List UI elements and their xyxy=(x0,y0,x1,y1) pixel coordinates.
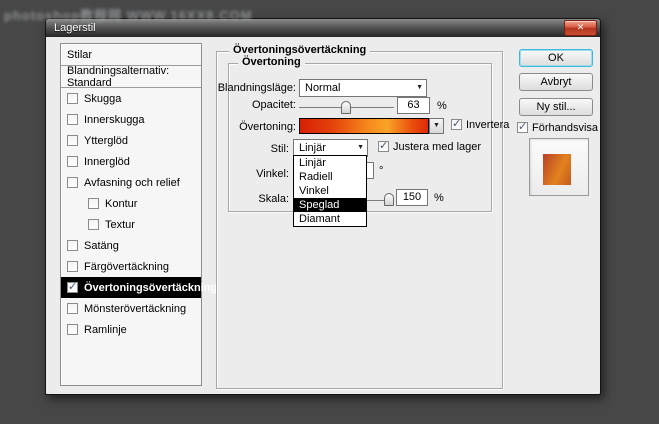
reverse-label: Invertera xyxy=(466,119,510,131)
close-icon: ✕ xyxy=(576,22,585,32)
opacity-unit: % xyxy=(437,100,447,112)
sidebar-item-satin[interactable]: Satäng xyxy=(61,235,201,256)
bevel-emboss-checkbox[interactable] xyxy=(67,177,78,188)
scale-unit: % xyxy=(434,192,444,204)
watermark: photoshop教程网 WWW.16XX8.COM xyxy=(4,8,253,23)
style-preview-gradient xyxy=(543,154,571,185)
scale-slider-handle[interactable] xyxy=(384,193,394,206)
new-style-button-label: Ny stil... xyxy=(536,101,576,113)
scale-label: Skala: xyxy=(258,193,289,205)
layer-style-dialog: Lagerstil ✕ Stilar Blandningsalternativ:… xyxy=(45,18,601,395)
sidebar-label: Textur xyxy=(105,218,135,231)
scale-input[interactable]: 150 xyxy=(396,189,428,206)
gradient-overlay-group-title: Övertoningsövertäckning xyxy=(229,44,371,56)
gradient-picker-button[interactable]: ▼ xyxy=(429,118,444,134)
dropdown-option-reflected[interactable]: Speglad xyxy=(294,198,366,212)
style-value: Linjär xyxy=(299,142,326,154)
sidebar-label: Innerskugga xyxy=(84,113,145,126)
inner-shadow-checkbox[interactable] xyxy=(67,114,78,125)
style-dropdown-list: Linjär Radiell Vinkel Speglad Diamant xyxy=(293,155,367,227)
dropdown-option-linear[interactable]: Linjär xyxy=(294,156,366,170)
sidebar-label: Satäng xyxy=(84,239,119,252)
color-overlay-checkbox[interactable] xyxy=(67,261,78,272)
angle-unit: ° xyxy=(379,165,384,177)
sidebar-item-styles[interactable]: Stilar xyxy=(61,44,201,66)
opacity-slider-handle[interactable] xyxy=(341,101,351,114)
align-with-layer-label: Justera med lager xyxy=(393,141,482,153)
sidebar-label: Stilar xyxy=(67,48,93,61)
scale-value: 150 xyxy=(402,191,422,203)
check-icon: ✓ xyxy=(452,118,462,130)
sidebar-label: Mönsterövertäckning xyxy=(84,302,187,315)
contour-checkbox[interactable] xyxy=(88,198,99,209)
chevron-down-icon: ▼ xyxy=(433,122,440,129)
check-icon: ✓ xyxy=(518,121,528,133)
sidebar-item-gradient-overlay[interactable]: ✓ Övertoningsövertäckning xyxy=(61,277,217,298)
check-icon: ✓ xyxy=(379,140,389,152)
sidebar-label: Övertoningsövertäckning xyxy=(84,281,218,294)
close-button[interactable]: ✕ xyxy=(564,20,597,36)
align-with-layer-checkbox[interactable]: ✓ xyxy=(378,140,389,152)
preview-checkbox[interactable]: ✓ xyxy=(517,121,528,133)
check-icon: ✓ xyxy=(68,281,78,293)
blend-mode-label: Blandningsläge: xyxy=(217,82,296,94)
sidebar-item-color-overlay[interactable]: Färgövertäckning xyxy=(61,256,201,277)
sidebar-item-stroke[interactable]: Ramlinje xyxy=(61,319,201,340)
reverse-checkbox[interactable]: ✓ xyxy=(451,118,462,130)
cancel-button[interactable]: Avbryt xyxy=(519,73,593,91)
opacity-value: 63 xyxy=(407,99,420,111)
style-preview-thumbnail xyxy=(529,138,589,196)
satin-checkbox[interactable] xyxy=(67,240,78,251)
opacity-input[interactable]: 63 xyxy=(397,97,430,114)
texture-checkbox[interactable] xyxy=(88,219,99,230)
sidebar-item-texture[interactable]: Textur xyxy=(61,214,201,235)
sidebar-label: Ramlinje xyxy=(84,323,127,336)
gradient-swatch[interactable] xyxy=(299,118,429,134)
sidebar-label: Innerglöd xyxy=(84,155,130,168)
dropdown-option-diamond[interactable]: Diamant xyxy=(294,212,366,226)
gradient-label: Övertoning: xyxy=(239,121,296,133)
ok-button-label: OK xyxy=(548,52,564,64)
sidebar-label: Kontur xyxy=(105,197,138,210)
blend-mode-select[interactable]: Normal ▼ xyxy=(299,79,427,97)
sidebar-label: Ytterglöd xyxy=(84,134,129,147)
drop-shadow-checkbox[interactable] xyxy=(67,93,78,104)
chevron-down-icon: ▼ xyxy=(357,144,364,151)
ok-button[interactable]: OK xyxy=(519,49,593,67)
outer-glow-checkbox[interactable] xyxy=(67,135,78,146)
sidebar-label: Färgövertäckning xyxy=(84,260,169,273)
cancel-button-label: Avbryt xyxy=(540,76,572,88)
stroke-checkbox[interactable] xyxy=(67,324,78,335)
dropdown-option-radial[interactable]: Radiell xyxy=(294,170,366,184)
preview-label: Förhandsvisa xyxy=(532,122,599,134)
inner-glow-checkbox[interactable] xyxy=(67,156,78,167)
opacity-label: Opacitet: xyxy=(251,99,296,111)
sidebar-item-pattern-overlay[interactable]: Mönsterövertäckning xyxy=(61,298,201,319)
angle-label: Vinkel: xyxy=(256,168,289,180)
pattern-overlay-checkbox[interactable] xyxy=(67,303,78,314)
blend-mode-value: Normal xyxy=(305,82,341,94)
sidebar-label: Skugga xyxy=(84,92,122,105)
styles-listbox: Stilar Blandningsalternativ: Standard Sk… xyxy=(60,43,217,386)
gradient-group-title: Övertoning xyxy=(238,56,305,68)
style-label: Stil: xyxy=(270,143,289,155)
gradient-overlay-checkbox[interactable]: ✓ xyxy=(67,281,78,293)
dropdown-option-angle[interactable]: Vinkel xyxy=(294,184,366,198)
new-style-button[interactable]: Ny stil... xyxy=(519,98,593,116)
chevron-down-icon: ▼ xyxy=(416,84,423,91)
